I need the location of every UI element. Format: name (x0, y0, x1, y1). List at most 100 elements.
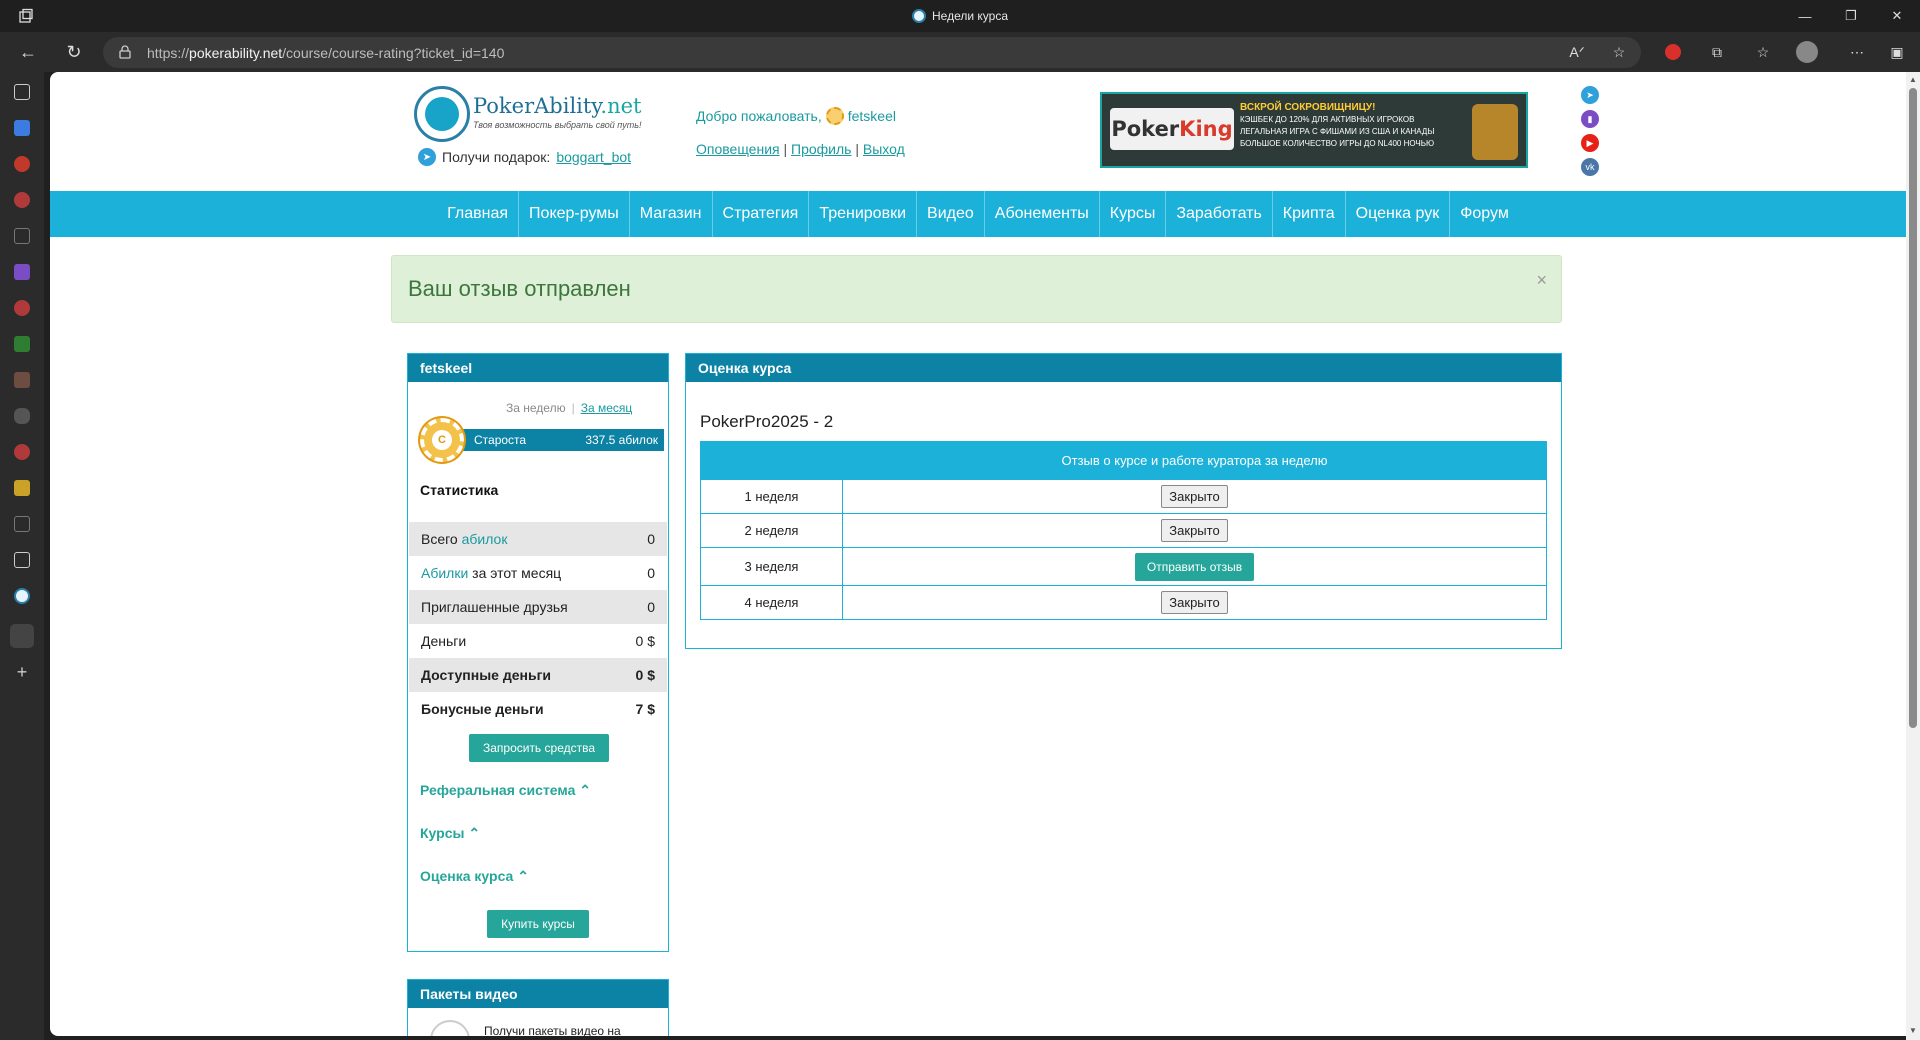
page-scrollbar[interactable]: ▲ ▼ (1906, 72, 1920, 1040)
nav-crypto[interactable]: Крипта (1273, 191, 1346, 237)
treasure-chest-icon (1472, 104, 1518, 160)
maximize-icon[interactable]: ❐ (1828, 0, 1874, 32)
week-closed-button[interactable]: Закрыто (1161, 519, 1228, 542)
period-week[interactable]: За неделю (506, 401, 566, 415)
nav-shop[interactable]: Магазин (630, 191, 713, 237)
stats-row-total: Всего абилок 0 (409, 522, 667, 556)
sidebar-app-settings-icon[interactable] (14, 156, 30, 172)
sidebar-add-icon[interactable]: + (14, 663, 30, 681)
sidebar-app-html-icon[interactable] (14, 264, 30, 280)
site-logo-icon[interactable] (414, 86, 470, 142)
favorite-star-icon[interactable]: ☆ (1602, 32, 1636, 72)
nav-trainings[interactable]: Тренировки (809, 191, 918, 237)
scroll-down-icon[interactable]: ▼ (1908, 1026, 1918, 1036)
scrollbar-thumb[interactable] (1909, 88, 1917, 728)
profile-panel: fetskeel За неделю | За месяц Староста 337… (407, 353, 669, 952)
sidebar-app-docs-icon[interactable] (14, 120, 30, 136)
alert-close-icon[interactable]: × (1536, 270, 1547, 291)
profile-avatar-icon[interactable] (1790, 32, 1824, 72)
back-icon[interactable]: ← (10, 32, 46, 72)
table-header-empty (700, 441, 843, 480)
period-month[interactable]: За месяц (581, 401, 633, 415)
video-pack-icon (430, 1020, 470, 1036)
week-closed-button[interactable]: Закрыто (1161, 591, 1228, 614)
gift-bot-link[interactable]: boggart_bot (556, 149, 631, 165)
extensions-icon[interactable]: ⧉ (1700, 32, 1734, 72)
course-rating-section-toggle[interactable]: Оценка курса ⌃ (420, 868, 529, 885)
week-label: 4 неделя (700, 585, 843, 620)
table-header-row: Отзыв о курсе и работе куратора за недел… (700, 441, 1547, 480)
adblock-extension-icon[interactable] (1656, 32, 1690, 72)
nav-forum[interactable]: Форум (1450, 191, 1519, 237)
abilki-month-link[interactable]: Абилки (421, 565, 468, 581)
nav-subscriptions[interactable]: Абонементы (985, 191, 1100, 237)
request-funds-button[interactable]: Запросить средства (469, 734, 609, 762)
nav-home[interactable]: Главная (437, 191, 520, 237)
profile-panel-username: fetskeel (408, 354, 668, 382)
read-aloud-icon[interactable]: Aᐟ (1560, 32, 1594, 72)
video-packs-text[interactable]: Получи пакеты видео на (484, 1024, 621, 1036)
scroll-up-icon[interactable]: ▲ (1908, 75, 1918, 85)
minimize-icon[interactable]: — (1782, 0, 1828, 32)
sidebar-toggle-icon[interactable]: ▣ (1880, 32, 1914, 72)
site-logo-text[interactable]: PokerAbility.net (473, 94, 641, 118)
twitch-social-icon[interactable]: ▮ (1581, 110, 1599, 128)
gift-label: Получи подарок: (442, 149, 551, 165)
more-menu-icon[interactable]: ⋯ (1840, 32, 1874, 72)
profile-link[interactable]: Профиль (791, 141, 851, 157)
logout-link[interactable]: Выход (863, 141, 905, 157)
rank-value: 337.5 абилок (585, 433, 658, 447)
url-field[interactable]: https://pokerability.net/course/course-r… (103, 37, 1641, 68)
sidebar-app-doc-icon[interactable] (14, 516, 30, 532)
stats-list: Всего абилок 0 Абилки за этот месяц 0 Приг… (409, 522, 667, 726)
abilki-link[interactable]: абилок (462, 531, 508, 547)
video-packs-panel: Пакеты видео Получи пакеты видео на (407, 979, 669, 1036)
table-row: 3 неделя Отправить отзыв (700, 547, 1547, 586)
youtube-social-icon[interactable]: ▶ (1581, 134, 1599, 152)
week-closed-button[interactable]: Закрыто (1161, 485, 1228, 508)
sidebar-app-yandex-icon[interactable] (14, 192, 30, 208)
site-favicon-icon (912, 9, 926, 23)
sidebar-app-yandex2-icon[interactable] (14, 300, 30, 316)
send-feedback-button[interactable]: Отправить отзыв (1134, 552, 1255, 581)
sidebar-app-pokerability-icon[interactable] (14, 588, 30, 604)
chevron-up-icon: ⌃ (517, 868, 529, 884)
close-window-icon[interactable]: ✕ (1874, 0, 1920, 32)
browser-sidebar: + (0, 72, 44, 1040)
course-rating-panel: Оценка курса PokerPro2025 - 2 Отзыв о ку… (685, 353, 1562, 649)
sidebar-app-yandex3-icon[interactable] (14, 444, 30, 460)
lock-icon[interactable] (119, 45, 131, 59)
browser-titlebar: Недели курса — ❐ ✕ (0, 0, 1920, 32)
stats-title: Статистика (420, 482, 499, 498)
sidebar-app-page-icon[interactable] (14, 228, 30, 244)
referral-section-toggle[interactable]: Реферальная система ⌃ (420, 782, 591, 799)
sidebar-app-cs-icon[interactable] (14, 336, 30, 352)
collections-icon[interactable]: ☆ (1746, 32, 1780, 72)
vk-social-icon[interactable]: vk (1581, 158, 1599, 176)
sidebar-app-pokerability-active-icon[interactable] (10, 624, 34, 648)
web-page: PokerAbility.net Твоя возможность выбрат… (50, 72, 1906, 1036)
buy-courses-button[interactable]: Купить курсы (487, 910, 589, 938)
weeks-table: Отзыв о курсе и работе куратора за недел… (700, 441, 1547, 620)
sidebar-app-photo-icon[interactable] (14, 480, 30, 496)
nav-earn[interactable]: Заработать (1166, 191, 1273, 237)
sidebar-app-image-icon[interactable] (14, 372, 30, 388)
nav-strategy[interactable]: Стратегия (713, 191, 810, 237)
refresh-icon[interactable]: ↻ (56, 32, 92, 72)
courses-section-toggle[interactable]: Курсы ⌃ (420, 825, 480, 842)
nav-hand-review[interactable]: Оценка рук (1346, 191, 1451, 237)
nav-video[interactable]: Видео (917, 191, 985, 237)
nav-poker-rooms[interactable]: Покер-румы (519, 191, 630, 237)
banner-logo: Poker King (1110, 108, 1234, 150)
nav-courses[interactable]: Курсы (1100, 191, 1167, 237)
notifications-link[interactable]: Оповещения (696, 141, 780, 157)
table-row: 2 неделя Закрыто (700, 513, 1547, 548)
sidebar-app-calendar-icon[interactable] (14, 552, 30, 568)
vertical-tabs-icon[interactable] (14, 84, 30, 100)
pokerking-banner[interactable]: Poker King ВСКРОЙ СОКРОВИЩНИЦУ! КЭШБЕК ДО… (1100, 92, 1528, 168)
welcome-username[interactable]: fetskeel (848, 108, 896, 124)
stats-row-available: Доступные деньги 0 $ (409, 658, 667, 692)
welcome-line: Добро пожаловать, fetskeel (696, 107, 896, 125)
sidebar-app-chat-icon[interactable] (14, 408, 30, 424)
telegram-social-icon[interactable]: ➤ (1581, 86, 1599, 104)
